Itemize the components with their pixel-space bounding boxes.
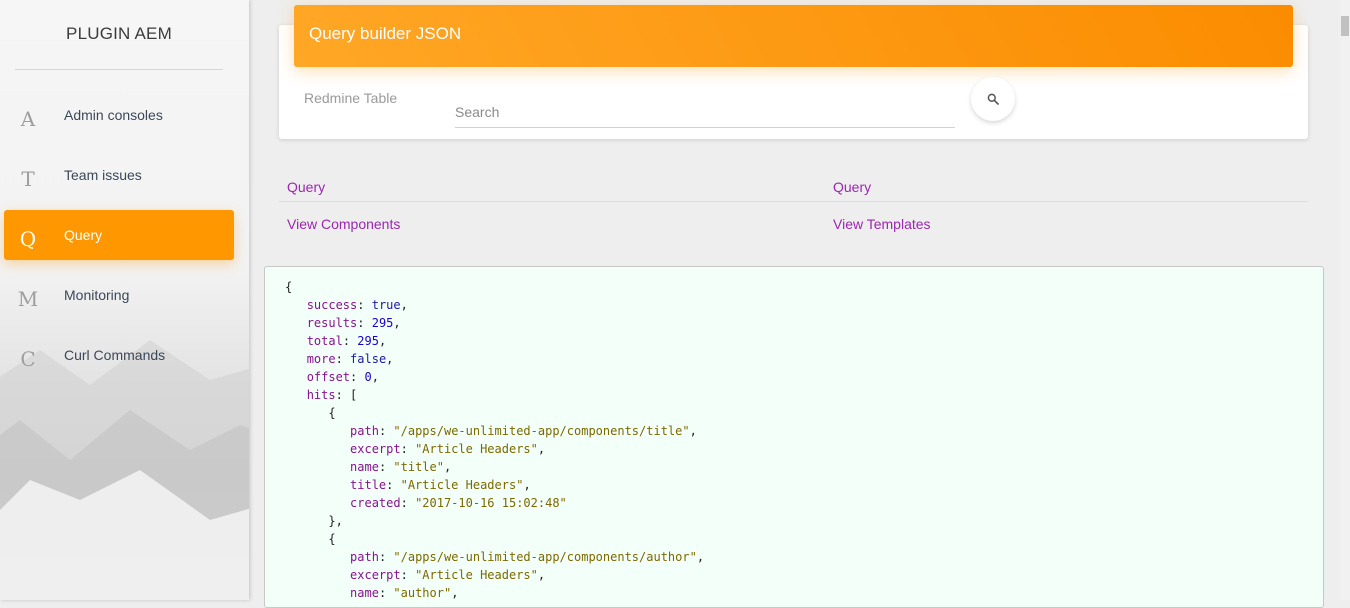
json-line: excerpt: "Article Headers", <box>350 568 546 582</box>
json-line: { <box>285 406 336 420</box>
json-line: name: "author", <box>350 586 459 600</box>
sidebar-item-monitoring[interactable]: M Monitoring <box>4 270 234 320</box>
json-code: { success: true, results: 295, total: 29… <box>285 278 704 602</box>
json-line: total: 295, <box>306 334 387 348</box>
json-line: path: "/apps/we-unlimited-app/components… <box>350 424 697 438</box>
json-line: created: "2017-10-16 15:02:48" <box>350 496 567 510</box>
table-label: Redmine Table <box>304 90 398 106</box>
sidebar: PLUGIN AEM A Admin consoles T Team issue… <box>0 0 249 600</box>
sidebar-item-label: Team issues <box>64 167 142 183</box>
page-scrollbar[interactable] <box>1340 0 1350 600</box>
json-line: { <box>285 280 293 294</box>
sidebar-item-label: Curl Commands <box>64 347 166 363</box>
card-title: Query builder JSON <box>309 24 462 43</box>
card-header: Query builder JSON <box>294 5 1293 67</box>
sidebar-item-query[interactable]: Q Query <box>4 210 234 260</box>
json-line: offset: 0, <box>306 370 379 384</box>
view-templates-link[interactable]: View Templates <box>833 216 931 232</box>
json-line: hits: [ <box>306 388 358 402</box>
sidebar-item-curl-commands[interactable]: C Curl Commands <box>4 330 234 380</box>
json-line: more: false, <box>306 352 394 366</box>
brand-title: PLUGIN AEM <box>66 24 172 43</box>
json-line: results: 295, <box>306 316 401 330</box>
links-divider <box>279 201 1308 202</box>
json-line: path: "/apps/we-unlimited-app/components… <box>350 550 705 564</box>
view-components-link[interactable]: View Components <box>287 216 400 232</box>
search-icon <box>987 93 999 105</box>
json-line: excerpt: "Article Headers", <box>350 442 546 456</box>
sidebar-item-initial: C <box>20 347 36 371</box>
sidebar-item-initial: T <box>21 167 35 191</box>
query-link-left[interactable]: Query <box>287 179 325 195</box>
scrollbar-thumb[interactable] <box>1341 16 1349 36</box>
json-line: { <box>285 532 336 546</box>
sidebar-item-initial: M <box>17 287 39 311</box>
json-line: title: "Article Headers", <box>350 478 531 492</box>
search-button[interactable] <box>971 77 1015 121</box>
brand-divider <box>15 69 223 70</box>
sidebar-item-team-issues[interactable]: T Team issues <box>4 150 234 200</box>
sidebar-item-initial: Q <box>19 227 37 251</box>
json-line: name: "title", <box>350 460 452 474</box>
sidebar-item-initial: A <box>20 107 36 131</box>
sidebar-item-label: Admin consoles <box>64 107 163 123</box>
sidebar-item-label: Monitoring <box>64 287 130 303</box>
json-viewer[interactable]: { success: true, results: 295, total: 29… <box>264 266 1324 608</box>
query-link-right[interactable]: Query <box>833 179 871 195</box>
json-line: }, <box>285 514 343 528</box>
sidebar-item-label: Query <box>64 227 103 243</box>
sidebar-item-admin-consoles[interactable]: A Admin consoles <box>4 90 234 140</box>
search-input[interactable] <box>455 96 955 128</box>
json-line: success: true, <box>306 298 408 312</box>
